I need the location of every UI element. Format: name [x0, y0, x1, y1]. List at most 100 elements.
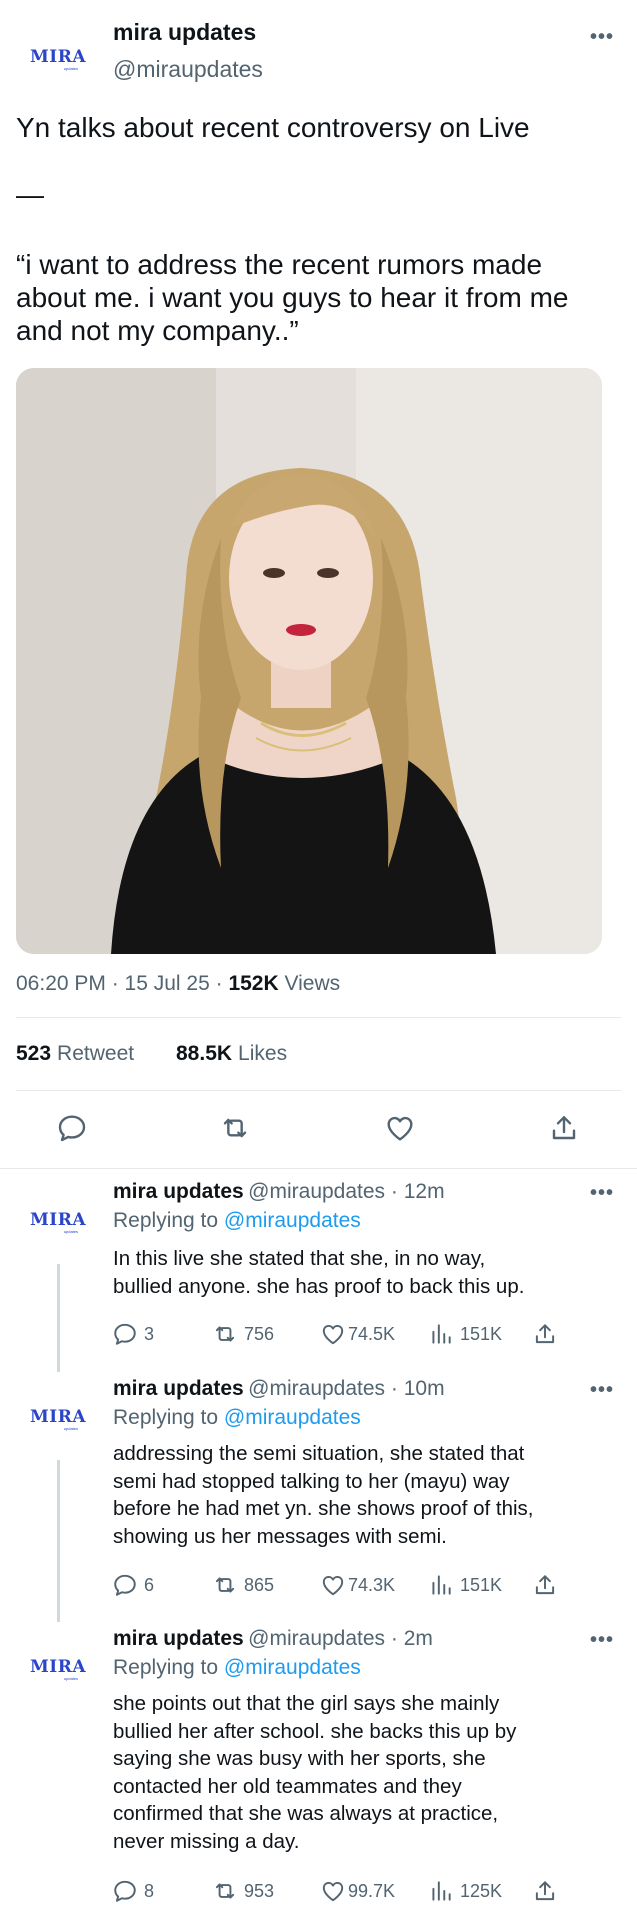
reply-text-line: showing us her messages with semi.: [113, 1524, 447, 1548]
share-icon[interactable]: [548, 1112, 580, 1144]
reply-text-line: never missing a day.: [113, 1829, 300, 1853]
reply-retweet-button[interactable]: 756: [212, 1319, 274, 1349]
replying-to-link[interactable]: @miraupdates: [224, 1209, 361, 1232]
reply-like-count: 99.7K: [348, 1880, 396, 1901]
reply-author-name[interactable]: mira updates: [113, 1627, 244, 1650]
reply-handle-time[interactable]: @miraupdates · 10m: [248, 1377, 444, 1400]
divider: [0, 1168, 637, 1169]
likes-label: Likes: [238, 1042, 288, 1065]
comment-icon: [114, 1323, 136, 1345]
reply-header: mira updates @miraupdates · 12m: [113, 1180, 445, 1204]
retweet-icon: [215, 1577, 235, 1593]
reply-views-button[interactable]: 151K: [428, 1319, 502, 1349]
reply-author-name[interactable]: mira updates: [113, 1180, 244, 1203]
views-count: 152K: [228, 972, 279, 995]
views-icon: [432, 1881, 451, 1901]
avatar-logo-sub: updates: [63, 1676, 78, 1681]
reply-text-line: before he had met yn. she shows proof of…: [113, 1497, 534, 1520]
reply-retweet-count: 756: [244, 1323, 275, 1344]
reply-like-count: 74.5K: [348, 1323, 396, 1344]
reply-header: mira updates @miraupdates · 2m: [113, 1627, 433, 1651]
reply-handle-time[interactable]: @miraupdates · 2m: [248, 1627, 433, 1650]
replying-prefix: Replying to: [113, 1209, 224, 1232]
reply-text-line: she points out that the girl says she ma…: [113, 1692, 500, 1715]
reply-like-button[interactable]: 74.5K: [320, 1319, 395, 1349]
more-icon[interactable]: •••: [590, 1379, 614, 1402]
reply-share-button[interactable]: [532, 1570, 558, 1600]
retweet-icon: [215, 1883, 235, 1899]
reply-views-button[interactable]: 151K: [428, 1570, 502, 1600]
reply-comment-count: 8: [144, 1880, 155, 1901]
more-icon[interactable]: •••: [590, 1629, 614, 1652]
reply-views-button[interactable]: 125K: [428, 1876, 502, 1906]
reply-comment-count: 6: [144, 1574, 155, 1595]
reply-text: she points out that the girl says she ma…: [113, 1690, 516, 1855]
author-handle[interactable]: @miraupdates: [113, 56, 263, 83]
retweet-stat[interactable]: 523 Retweet: [16, 1042, 134, 1066]
views-label: Views: [278, 972, 341, 995]
more-icon[interactable]: •••: [590, 26, 614, 49]
reply-retweet-button[interactable]: 865: [212, 1570, 274, 1600]
tweet-timestamp[interactable]: 06:20 PM · 15 Jul 25 · 152K Views: [16, 972, 340, 996]
views-icon: [432, 1324, 451, 1344]
reply-author-name[interactable]: mira updates: [113, 1377, 244, 1400]
reply-comment-button[interactable]: 6: [112, 1570, 154, 1600]
like-icon: [322, 1324, 344, 1345]
reply-header: mira updates @miraupdates · 10m: [113, 1377, 445, 1401]
likes-stat[interactable]: 88.5K Likes: [176, 1042, 287, 1066]
share-icon: [535, 1881, 555, 1901]
replying-to: Replying to @miraupdates: [113, 1209, 361, 1233]
reply-text: addressing the semi situation, she state…: [113, 1440, 534, 1550]
reply-avatar[interactable]: MIRA updates: [28, 1402, 88, 1438]
replying-to: Replying to @miraupdates: [113, 1406, 361, 1430]
retweet-icon: [215, 1326, 235, 1342]
divider: [16, 1017, 621, 1018]
tweet-quote-line: about me. i want you guys to hear it fro…: [16, 282, 569, 313]
reply-actions: 6 865 74.3K 151K: [112, 1570, 572, 1600]
reply-like-button[interactable]: 74.3K: [320, 1570, 395, 1600]
reply-actions: 3 756 74.5K 151K: [112, 1319, 572, 1349]
reply-retweet-button[interactable]: 953: [212, 1876, 274, 1906]
reply-like-button[interactable]: 99.7K: [320, 1876, 395, 1906]
reply-avatar[interactable]: MIRA updates: [28, 1205, 88, 1241]
reply-comment-button[interactable]: 3: [112, 1319, 154, 1349]
avatar-logo: MIRA: [29, 1657, 87, 1677]
thread-line: [57, 1264, 60, 1372]
reply-avatar[interactable]: MIRA updates: [28, 1652, 88, 1688]
tweet-photo[interactable]: [16, 368, 602, 954]
like-icon: [322, 1881, 344, 1902]
avatar-logo: MIRA: [29, 47, 87, 67]
reply-text-line: semi had stopped talking to her (mayu) w…: [113, 1469, 510, 1493]
replying-to-link[interactable]: @miraupdates: [224, 1656, 361, 1679]
avatar-logo-sub: updates: [63, 1426, 78, 1431]
comment-icon: [114, 1880, 136, 1902]
reply-share-button[interactable]: [532, 1319, 558, 1349]
author-name[interactable]: mira updates: [113, 19, 256, 46]
reply-views-count: 125K: [460, 1880, 503, 1901]
avatar[interactable]: MIRA updates: [28, 42, 88, 78]
reply-text-line: In this live she stated that she, in no …: [113, 1247, 486, 1270]
reply-text-line: bullied anyone. she has proof to back th…: [113, 1274, 525, 1298]
reply-text-line: bullied her after school. she backs this…: [113, 1719, 517, 1743]
retweet-label: Retweet: [57, 1042, 135, 1065]
share-icon: [535, 1324, 555, 1344]
reply-comment-button[interactable]: 8: [112, 1876, 154, 1906]
reply-views-count: 151K: [460, 1323, 503, 1344]
like-icon[interactable]: [384, 1112, 416, 1144]
comment-icon: [114, 1574, 136, 1596]
tweet-time: 06:20 PM · 15 Jul 25 ·: [16, 972, 229, 995]
tweet-text-line: Yn talks about recent controversy on Liv…: [16, 112, 530, 143]
replying-to: Replying to @miraupdates: [113, 1656, 361, 1680]
comment-icon[interactable]: [56, 1112, 88, 1144]
reply-handle-time[interactable]: @miraupdates · 12m: [248, 1180, 444, 1203]
share-icon: [535, 1575, 555, 1595]
reply-share-button[interactable]: [532, 1876, 558, 1906]
replying-prefix: Replying to: [113, 1656, 224, 1679]
more-icon[interactable]: •••: [590, 1182, 614, 1205]
reply-comment-count: 3: [144, 1323, 155, 1344]
reply-text-line: confirmed that she was always at practic…: [113, 1802, 499, 1825]
retweet-icon[interactable]: [219, 1112, 251, 1144]
tweet-dash: —: [16, 179, 44, 210]
thread-line: [57, 1460, 60, 1622]
replying-to-link[interactable]: @miraupdates: [224, 1406, 361, 1429]
